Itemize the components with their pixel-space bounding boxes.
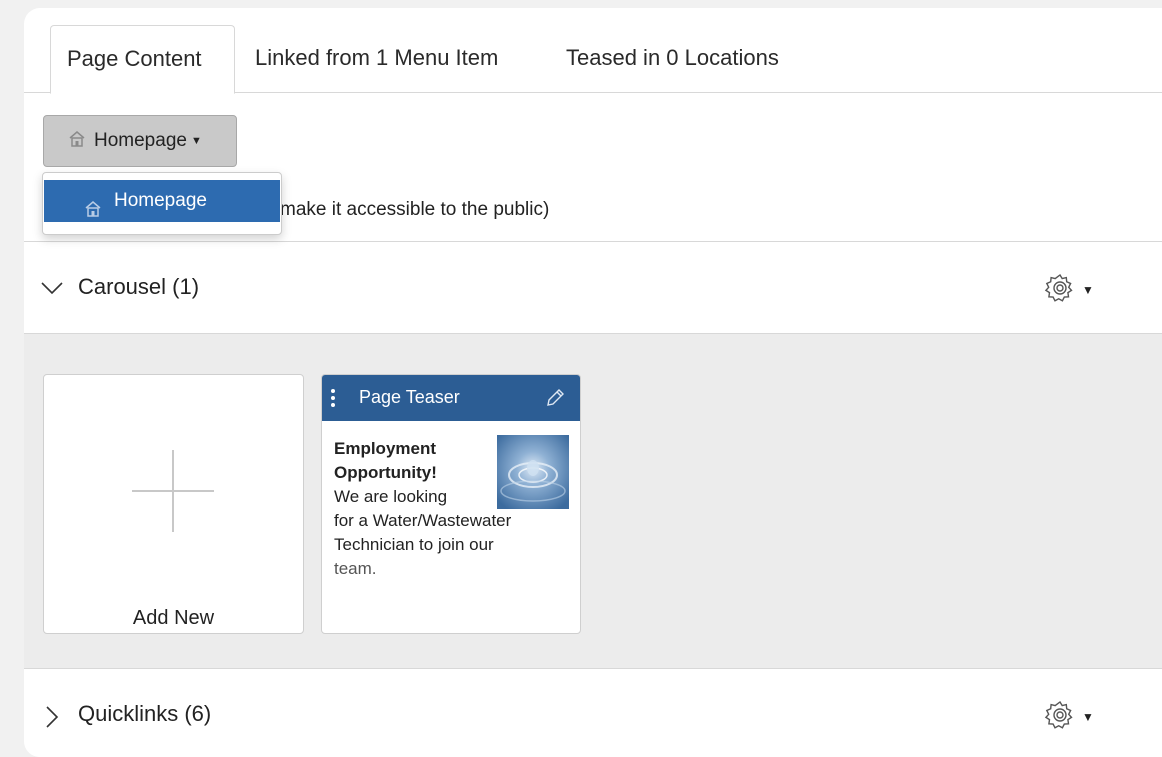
section-header-carousel[interactable]: Carousel (1) ▼ (24, 241, 1162, 333)
visibility-hint-text: make it accessible to the public) (280, 199, 550, 220)
gear-icon (1044, 700, 1073, 729)
caret-down-icon: ▼ (1082, 710, 1094, 724)
teaser-body-line: for a Water/Wastewater (334, 511, 512, 530)
dropdown-option-homepage[interactable]: Homepage (44, 180, 280, 222)
teaser-body-line: Technician to join our (334, 535, 494, 554)
pencil-icon[interactable] (544, 387, 566, 414)
caret-down-icon: ▼ (1082, 283, 1094, 297)
section-title: Quicklinks (6) (78, 701, 212, 726)
caret-down-icon: ▼ (190, 135, 202, 147)
tab-linked-menu-items[interactable]: Linked from 1 Menu Item (255, 25, 498, 94)
teaser-body-line: We are looking (334, 487, 448, 506)
tab-page-content[interactable]: Page Content (50, 25, 235, 94)
home-icon (68, 118, 86, 168)
chevron-down-icon[interactable] (40, 280, 64, 301)
tab-bar: Page Content Linked from 1 Menu Item Tea… (24, 8, 1162, 94)
drag-handle-icon[interactable] (330, 388, 336, 413)
carousel-content-area: Add New Page Teaser Employment Opportuni… (24, 333, 1162, 668)
section-title: Carousel (1) (78, 274, 200, 299)
site-dropdown-menu: Homepage (42, 172, 282, 235)
site-dropdown-label: Homepage (94, 130, 187, 151)
site-dropdown-button[interactable]: Homepage ▼ (43, 115, 237, 167)
section-header-quicklinks[interactable]: Quicklinks (6) ▼ (24, 668, 1162, 757)
section-settings-button[interactable]: ▼ (1044, 272, 1104, 304)
teaser-body-line: team. (334, 559, 377, 578)
teaser-card-type-label: Page Teaser (359, 387, 460, 407)
dropdown-option-label: Homepage (114, 190, 207, 211)
plus-icon (130, 448, 216, 539)
teaser-body: We are looking for a Water/Wastewater Te… (334, 485, 574, 581)
tab-teased-locations[interactable]: Teased in 0 Locations (566, 25, 779, 94)
teaser-card-header: Page Teaser (322, 375, 580, 421)
teaser-title: Employment Opportunity! (334, 439, 437, 482)
add-new-card[interactable]: Add New (43, 374, 304, 634)
section-settings-button[interactable]: ▼ (1044, 699, 1104, 731)
page-teaser-card[interactable]: Page Teaser Employment Opportunity! We a… (321, 374, 581, 634)
gear-icon (1044, 273, 1073, 302)
chevron-right-icon[interactable] (44, 705, 60, 734)
home-icon (84, 192, 102, 234)
add-new-label: Add New (132, 607, 215, 629)
page-editor-panel: Page Content Linked from 1 Menu Item Tea… (24, 8, 1162, 757)
